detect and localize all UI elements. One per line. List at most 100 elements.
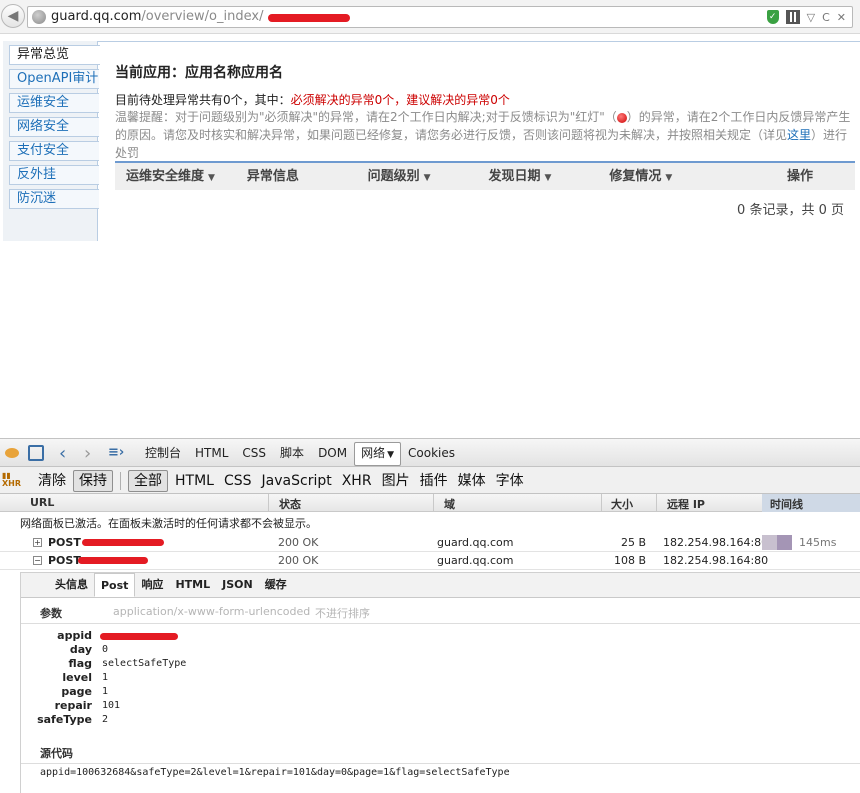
filter-xhr-button[interactable]: XHR (337, 471, 377, 491)
dropdown-icon[interactable]: ▽ (807, 11, 815, 24)
tab-dom[interactable]: DOM (311, 445, 354, 466)
filter-all-button[interactable]: 全部 (128, 470, 168, 492)
pending-summary: 目前待处理异常共有0个，其中：必须解决的异常0个，建议解决的异常0个 (115, 91, 510, 108)
inspect-icon[interactable] (28, 445, 44, 461)
filter-css-button[interactable]: CSS (219, 471, 257, 491)
url-path: /overview/o_index/ (141, 9, 264, 24)
param-value: selectSafeType (102, 658, 187, 669)
firebug-panel: ‹ › ≡› 控制台 HTML CSS 脚本 DOM 网络 ▼ Cookies ▮… (0, 438, 860, 793)
col-remote-ip[interactable]: 远程 IP (667, 496, 705, 512)
request-size: 108 B (613, 554, 646, 567)
command-line-icon[interactable]: ≡› (108, 445, 124, 460)
url-text[interactable]: guard.qq.com/overview/o_index/ (51, 9, 263, 24)
redaction-mark (100, 633, 178, 640)
collapse-icon[interactable]: − (33, 556, 42, 565)
page-title: 当前应用：应用名称应用名 (115, 65, 283, 81)
qr-code-icon[interactable] (785, 10, 800, 24)
request-detail: 头信息 Post 响应 HTML JSON 缓存 参数 application/… (20, 572, 860, 793)
tab-script[interactable]: 脚本 (273, 445, 311, 466)
source-header: 源代码 (40, 747, 73, 760)
sidebar-item-network-security[interactable]: 网络安全 (9, 117, 99, 137)
xhr-breakpoint-icon[interactable]: ▮▮ XHR (2, 472, 21, 488)
sidebar-item-openapi-audit[interactable]: OpenAPI审计 (9, 69, 99, 89)
tab-json[interactable]: JSON (216, 573, 259, 597)
sidebar-item-anti-addiction[interactable]: 防沉迷 (9, 189, 99, 209)
sidebar-item-anti-cheat[interactable]: 反外挂 (9, 165, 99, 185)
col-url[interactable]: URL (30, 496, 54, 509)
tab-console[interactable]: 控制台 (138, 445, 188, 466)
close-icon[interactable]: ✕ (837, 11, 846, 24)
sidebar-item-ops-security[interactable]: 运维安全 (9, 93, 99, 113)
tab-network[interactable]: 网络 ▼ (354, 442, 402, 466)
back-arrow-icon[interactable]: ‹ (59, 443, 66, 464)
tab-html[interactable]: HTML (188, 445, 235, 466)
filter-js-button[interactable]: JavaScript (257, 471, 337, 491)
persist-button[interactable]: 保持 (73, 470, 113, 492)
tab-css[interactable]: CSS (235, 445, 273, 466)
param-value: 0 (102, 644, 109, 655)
col-header-level[interactable]: 问题级别 ▼ (357, 163, 478, 190)
sort-toggle[interactable]: 不进行排序 (315, 605, 370, 621)
url-host: guard.qq.com (51, 9, 142, 24)
tab-detail-html[interactable]: HTML (169, 573, 216, 597)
shield-icon[interactable]: ✓ (766, 10, 779, 24)
col-header-dimension[interactable]: 运维安全维度 ▼ (115, 163, 236, 190)
filter-media-button[interactable]: 媒体 (453, 471, 491, 491)
back-button[interactable]: ◀ (1, 4, 25, 28)
divider (21, 763, 860, 764)
request-status: 200 OK (278, 536, 319, 549)
tab-cookies[interactable]: Cookies (401, 445, 462, 466)
request-method: POST (48, 536, 81, 549)
firebug-toolbar: ‹ › ≡› 控制台 HTML CSS 脚本 DOM 网络 ▼ Cookies (0, 438, 860, 467)
tab-headers[interactable]: 头信息 (49, 573, 94, 597)
filter-html-button[interactable]: HTML (170, 471, 219, 491)
filter-images-button[interactable]: 图片 (377, 471, 415, 491)
param-value: 1 (102, 672, 109, 683)
col-header-info: 异常信息 (246, 169, 299, 184)
param-row: appid (57, 629, 92, 642)
request-time: 145ms (799, 536, 837, 549)
tab-post[interactable]: Post (94, 573, 136, 597)
caret-down-icon: ▼ (544, 173, 552, 183)
content-type: application/x-www-form-urlencoded (113, 605, 311, 618)
tab-cache[interactable]: 缓存 (259, 573, 293, 597)
param-row: level (62, 671, 92, 684)
caret-down-icon: ▼ (423, 173, 431, 183)
column-divider[interactable] (656, 494, 657, 512)
column-divider[interactable] (268, 494, 269, 512)
address-bar[interactable]: guard.qq.com/overview/o_index/ ✓ ▽ C ✕ (27, 6, 853, 28)
request-row[interactable]: + POST 200 OK guard.qq.com 25 B 182.254.… (0, 534, 860, 552)
col-timeline[interactable]: 时间线 (770, 496, 803, 512)
request-domain: guard.qq.com (437, 536, 514, 549)
param-row: safeType (37, 713, 92, 726)
column-divider[interactable] (433, 494, 434, 512)
refresh-icon[interactable]: C (822, 11, 830, 24)
col-domain[interactable]: 域 (444, 496, 455, 512)
column-divider[interactable] (601, 494, 602, 512)
forward-arrow-icon[interactable]: › (84, 443, 91, 464)
param-row: day (69, 643, 92, 656)
param-value: 101 (102, 700, 121, 711)
detail-tabs: 头信息 Post 响应 HTML JSON 缓存 (21, 573, 860, 598)
firebug-icon[interactable] (5, 448, 19, 458)
filter-fonts-button[interactable]: 字体 (491, 471, 529, 491)
pending-prefix: 目前待处理异常共有0个，其中： (115, 93, 291, 107)
col-size[interactable]: 大小 (611, 496, 633, 512)
col-status[interactable]: 状态 (279, 496, 301, 512)
network-table-header: URL 状态 域 大小 远程 IP 时间线 (0, 494, 860, 512)
browser-toolbar: ◀ guard.qq.com/overview/o_index/ ✓ ▽ C ✕ (0, 0, 860, 34)
tip-link[interactable]: 这里 (787, 128, 811, 142)
sidebar-item-payment-security[interactable]: 支付安全 (9, 141, 99, 161)
col-header-date[interactable]: 发现日期 ▼ (477, 163, 598, 190)
tip-part-1: 温馨提醒：对于问题级别为"必须解决"的异常，请在2个工作日内解决;对于反馈标识为… (115, 110, 617, 124)
sidebar: 异常总览 OpenAPI审计 运维安全 网络安全 支付安全 反外挂 防沉迷 (3, 41, 100, 241)
request-row[interactable]: − POST 200 OK guard.qq.com 108 B 182.254… (0, 552, 860, 570)
col-header-repair[interactable]: 修复情况 ▼ (598, 163, 719, 190)
red-light-icon (616, 112, 627, 123)
sidebar-item-overview[interactable]: 异常总览 (9, 45, 100, 65)
expand-icon[interactable]: + (33, 538, 42, 547)
source-text[interactable]: appid=100632684&safeType=2&level=1&repai… (40, 767, 510, 778)
tab-response[interactable]: 响应 (135, 573, 169, 597)
clear-button[interactable]: 清除 (33, 471, 71, 491)
filter-plugins-button[interactable]: 插件 (415, 471, 453, 491)
